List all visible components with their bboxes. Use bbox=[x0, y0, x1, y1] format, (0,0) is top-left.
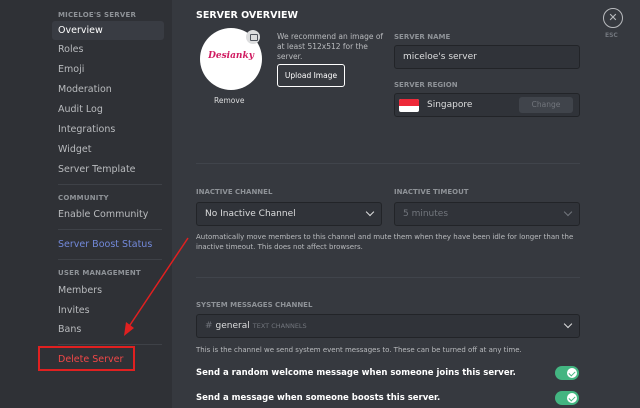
sidebar-item-widget[interactable]: Widget bbox=[52, 140, 164, 159]
remove-icon-link[interactable]: Remove bbox=[214, 96, 244, 105]
sidebar-item-members[interactable]: Members bbox=[52, 281, 164, 300]
chevron-down-icon bbox=[563, 207, 573, 217]
system-help-text: This is the channel we send system event… bbox=[196, 346, 522, 354]
page-title: SERVER OVERVIEW bbox=[196, 10, 298, 21]
sidebar-server-heading: MICELOE'S SERVER bbox=[58, 11, 137, 19]
sidebar-divider bbox=[58, 259, 162, 260]
sidebar-item-overview[interactable]: Overview bbox=[52, 21, 164, 40]
check-icon bbox=[567, 368, 577, 378]
boost-message-toggle[interactable] bbox=[555, 391, 579, 405]
sidebar-item-server-template[interactable]: Server Template bbox=[52, 160, 164, 179]
icon-recommendation-text: We recommend an image of at least 512x51… bbox=[277, 32, 384, 61]
server-name-label: SERVER NAME bbox=[394, 33, 451, 41]
channel-category-tag: TEXT CHANNELS bbox=[252, 322, 307, 330]
inactive-timeout-label: INACTIVE TIMEOUT bbox=[394, 188, 469, 196]
inactive-timeout-select[interactable]: 5 minutes bbox=[394, 202, 580, 226]
boost-message-toggle-label: Send a message when someone boosts this … bbox=[196, 393, 441, 403]
sidebar-community-heading: COMMUNITY bbox=[58, 194, 109, 202]
sidebar-divider bbox=[58, 344, 162, 345]
system-channel-value: general bbox=[215, 321, 250, 331]
sidebar-item-bans[interactable]: Bans bbox=[52, 320, 164, 339]
sidebar-item-invites[interactable]: Invites bbox=[52, 301, 164, 320]
system-messages-channel-label: SYSTEM MESSAGES CHANNEL bbox=[196, 301, 313, 309]
server-region-field: Singapore Change bbox=[394, 93, 580, 117]
inactive-channel-select[interactable]: No Inactive Channel bbox=[196, 202, 382, 226]
server-name-input[interactable]: miceloe's server bbox=[394, 45, 580, 69]
sidebar-item-audit-log[interactable]: Audit Log bbox=[52, 100, 164, 119]
image-add-icon bbox=[246, 30, 260, 44]
singapore-flag-icon bbox=[399, 99, 419, 112]
welcome-message-toggle-label: Send a random welcome message when someo… bbox=[196, 368, 516, 378]
server-icon-upload[interactable]: Desianky bbox=[200, 28, 262, 90]
chevron-down-icon bbox=[365, 207, 375, 217]
sidebar-item-enable-community[interactable]: Enable Community bbox=[52, 205, 164, 224]
change-region-button[interactable]: Change bbox=[519, 97, 573, 113]
sidebar-divider bbox=[58, 184, 162, 185]
sidebar-item-roles[interactable]: Roles bbox=[52, 40, 164, 59]
server-region-value: Singapore bbox=[427, 100, 473, 110]
chevron-down-icon bbox=[563, 319, 573, 329]
server-region-label: SERVER REGION bbox=[394, 81, 458, 89]
sidebar-item-moderation[interactable]: Moderation bbox=[52, 80, 164, 99]
check-icon bbox=[567, 393, 577, 403]
server-overview-panel: SERVER OVERVIEW Desianky Remove We recom… bbox=[172, 0, 640, 408]
close-icon[interactable]: ✕ bbox=[603, 8, 623, 28]
welcome-message-toggle[interactable] bbox=[555, 366, 579, 380]
inactive-channel-value: No Inactive Channel bbox=[205, 209, 296, 219]
sidebar-item-server-boost-status[interactable]: Server Boost Status bbox=[52, 235, 164, 254]
system-channel-select[interactable]: # general TEXT CHANNELS bbox=[196, 314, 580, 338]
delete-server-highlight-box bbox=[38, 346, 135, 371]
sidebar-user-management-heading: USER MANAGEMENT bbox=[58, 269, 141, 277]
inactive-timeout-value: 5 minutes bbox=[403, 209, 449, 219]
section-divider bbox=[196, 163, 580, 164]
sidebar-divider bbox=[58, 229, 162, 230]
sidebar-item-integrations[interactable]: Integrations bbox=[52, 120, 164, 139]
hash-icon: # bbox=[205, 321, 213, 331]
section-divider bbox=[196, 277, 580, 278]
upload-image-button[interactable]: Upload Image bbox=[277, 64, 345, 87]
sidebar-item-emoji[interactable]: Emoji bbox=[52, 60, 164, 79]
server-icon-logo: Desianky bbox=[208, 51, 254, 61]
inactive-help-text: Automatically move members to this chann… bbox=[196, 233, 574, 251]
inactive-channel-label: INACTIVE CHANNEL bbox=[196, 188, 273, 196]
esc-label: ESC bbox=[605, 32, 618, 39]
